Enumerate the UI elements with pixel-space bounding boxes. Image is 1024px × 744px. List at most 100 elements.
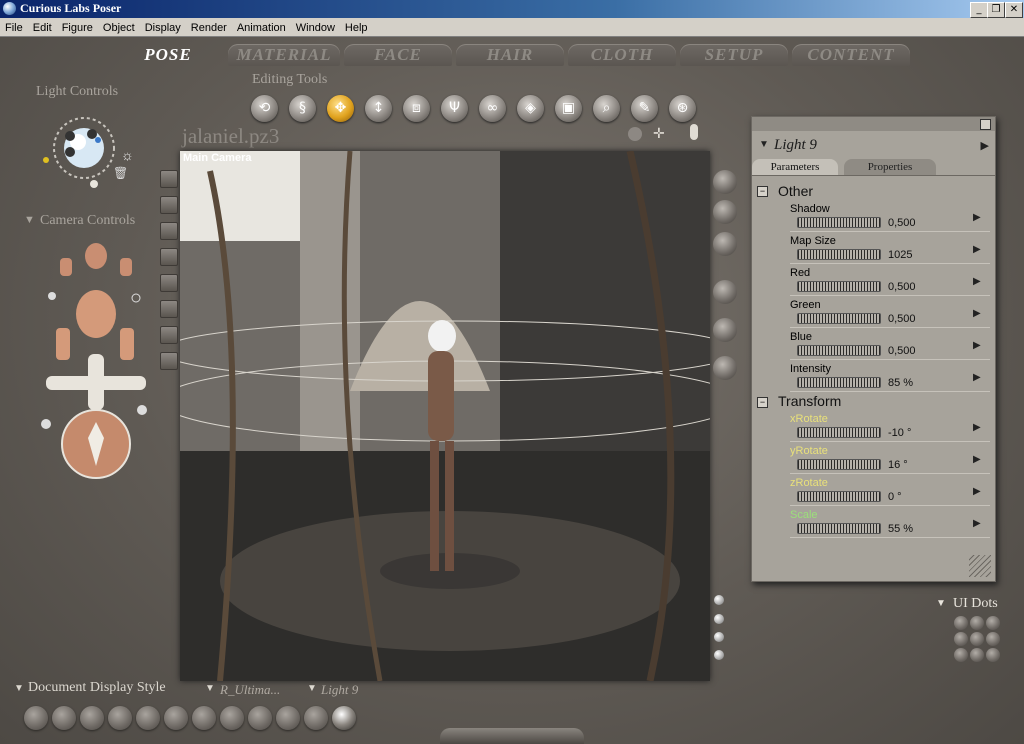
close-button[interactable]: ✕ — [1005, 2, 1023, 18]
preview-side-button[interactable] — [160, 196, 178, 214]
light-sphere-icon[interactable] — [40, 110, 124, 190]
ui-dot-icon[interactable] — [970, 632, 984, 646]
display-sphere-icon[interactable] — [713, 280, 737, 304]
ui-dots-arrow-icon[interactable]: ▼ — [936, 598, 946, 609]
taper-icon[interactable]: Ψ — [441, 95, 468, 122]
resize-grip-icon[interactable] — [969, 555, 991, 577]
current-actor-label[interactable]: Light 9 — [321, 682, 358, 698]
collapse-other-icon[interactable]: − — [757, 186, 768, 197]
menu-render[interactable]: Render — [186, 20, 232, 34]
preview-side-button[interactable] — [160, 248, 178, 266]
flat-lined-style-icon[interactable] — [192, 706, 216, 730]
menu-edit[interactable]: Edit — [28, 20, 57, 34]
ui-dot-icon[interactable] — [986, 648, 1000, 662]
param-menu-arrow-icon[interactable]: ▶ — [973, 518, 981, 529]
left-hand-camera-icon[interactable] — [60, 258, 72, 276]
smooth-lined-style-icon[interactable] — [304, 706, 328, 730]
tab-material[interactable]: MATERIAL — [228, 44, 340, 66]
ui-dot-icon[interactable] — [986, 616, 1000, 630]
map-size-dial[interactable] — [797, 249, 881, 260]
display-cube-icon[interactable] — [713, 200, 737, 224]
ui-dot-icon[interactable] — [954, 632, 968, 646]
camera-head-icon[interactable] — [76, 290, 116, 338]
render-style-arrow-icon[interactable]: ▼ — [205, 683, 215, 694]
green-dial[interactable] — [797, 313, 881, 324]
rotate-hand-right-icon[interactable] — [120, 328, 134, 360]
display-style-arrow-icon[interactable]: ▼ — [14, 683, 24, 694]
maximize-button[interactable]: ❐ — [987, 2, 1005, 18]
morphing-tool-icon[interactable]: ✎ — [631, 95, 658, 122]
chain-break-icon[interactable]: ∞ — [479, 95, 506, 122]
param-menu-arrow-icon[interactable]: ▶ — [973, 340, 981, 351]
trackball-icon[interactable] — [61, 409, 131, 479]
param-value[interactable]: 0 ° — [888, 491, 902, 503]
param-value[interactable]: 0,500 — [888, 217, 916, 229]
display-sphere-icon[interactable] — [713, 318, 737, 342]
new-light-icon[interactable]: ☼ — [121, 147, 134, 163]
rotate-icon[interactable]: ⟲ — [251, 95, 278, 122]
param-menu-arrow-icon[interactable]: ▶ — [973, 212, 981, 223]
color-icon[interactable]: ◈ — [517, 95, 544, 122]
menu-help[interactable]: Help — [340, 20, 373, 34]
current-actor-arrow-icon[interactable]: ▼ — [307, 683, 317, 694]
xrotate-dial[interactable] — [797, 427, 881, 438]
ui-dot-icon[interactable] — [954, 616, 968, 630]
rotate-hand-left-icon[interactable] — [56, 328, 70, 360]
display-cube-icon[interactable] — [713, 170, 737, 194]
smooth-shaded-style-icon[interactable] — [276, 706, 300, 730]
intensity-dial[interactable] — [797, 377, 881, 388]
tab-face[interactable]: FACE — [344, 44, 452, 66]
param-value[interactable]: 0,500 — [888, 313, 916, 325]
memory-dot-icon[interactable] — [714, 595, 724, 605]
tab-pose[interactable]: POSE — [128, 44, 208, 66]
red-dial[interactable] — [797, 281, 881, 292]
tab-parameters[interactable]: Parameters — [752, 159, 838, 175]
scale-icon[interactable]: ⧈ — [403, 95, 430, 122]
fly-around-icon[interactable] — [131, 293, 141, 303]
minimize-button[interactable]: _ — [970, 2, 988, 18]
param-menu-arrow-icon[interactable]: ▶ — [973, 486, 981, 497]
hidden-line-style-icon[interactable] — [108, 706, 132, 730]
param-value[interactable]: 16 ° — [888, 459, 908, 471]
section-transform[interactable]: Transform — [778, 393, 841, 409]
panel-title[interactable]: Light 9 — [774, 137, 817, 154]
document-viewport[interactable] — [180, 151, 710, 681]
preview-side-button[interactable] — [160, 352, 178, 370]
lit-wireframe-style-icon[interactable] — [136, 706, 160, 730]
param-menu-arrow-icon[interactable]: ▶ — [973, 454, 981, 465]
param-value[interactable]: 85 % — [888, 377, 913, 389]
camera-scale-icon[interactable] — [690, 124, 698, 140]
panel-options-arrow-icon[interactable]: ▶ — [981, 139, 989, 152]
camera-controls-arrow-icon[interactable]: ▼ — [24, 214, 35, 226]
cartoon-style-icon[interactable] — [220, 706, 244, 730]
menu-figure[interactable]: Figure — [57, 20, 98, 34]
camera-trackball-icon[interactable] — [628, 127, 642, 141]
outline-style-icon[interactable] — [52, 706, 76, 730]
ui-dot-icon[interactable] — [954, 648, 968, 662]
right-hand-camera-icon[interactable] — [120, 258, 132, 276]
display-sphere-icon[interactable] — [713, 356, 737, 380]
delete-light-icon[interactable]: 🗑 — [113, 166, 128, 180]
camera-label[interactable]: Main Camera — [183, 152, 251, 164]
view-magnifier-icon[interactable]: ⌕ — [593, 95, 620, 122]
silhouette-style-icon[interactable] — [24, 706, 48, 730]
grouping-icon[interactable]: ▣ — [555, 95, 582, 122]
key-icon[interactable] — [48, 292, 56, 300]
memory-dot-icon[interactable] — [714, 650, 724, 660]
param-menu-arrow-icon[interactable]: ▶ — [973, 276, 981, 287]
panel-titlebar[interactable] — [752, 117, 995, 131]
tab-cloth[interactable]: CLOTH — [568, 44, 676, 66]
param-menu-arrow-icon[interactable]: ▶ — [973, 372, 981, 383]
preview-side-button[interactable] — [160, 274, 178, 292]
param-value[interactable]: 0,500 — [888, 281, 916, 293]
shadow-dial[interactable] — [797, 217, 881, 228]
render-style-label[interactable]: R_Ultima... — [220, 682, 280, 698]
direct-manipulation-icon[interactable]: ⊛ — [669, 95, 696, 122]
flat-shaded-style-icon[interactable] — [164, 706, 188, 730]
panel-close-icon[interactable] — [980, 119, 991, 130]
translate-in-out-icon[interactable]: ↕ — [365, 95, 392, 122]
param-menu-arrow-icon[interactable]: ▶ — [973, 244, 981, 255]
panel-menu-arrow-icon[interactable]: ▼ — [759, 139, 769, 150]
param-value[interactable]: 55 % — [888, 523, 913, 535]
tab-content[interactable]: CONTENT — [792, 44, 910, 66]
